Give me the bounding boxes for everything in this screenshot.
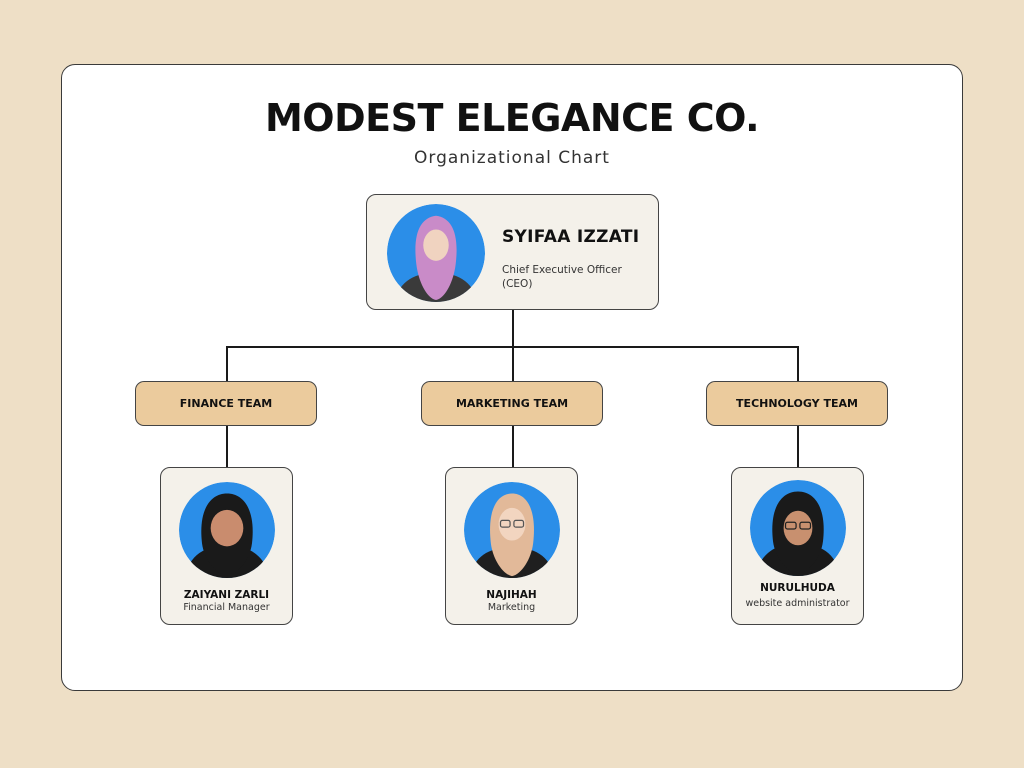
member-role: website administrator — [745, 598, 850, 609]
team-technology[interactable]: TECHNOLOGY TEAM — [706, 381, 888, 426]
connector-technology-down — [797, 426, 799, 467]
connector-finance-up — [226, 346, 228, 381]
ceo-name: SYIFAA IZZATI — [502, 227, 640, 247]
member-avatar — [464, 482, 560, 578]
ceo-role: Chief Executive Officer (CEO) — [502, 264, 622, 290]
connector-finance-down — [226, 426, 228, 467]
member-avatar — [750, 480, 846, 576]
company-title: MODEST ELEGANCE CO. — [264, 96, 760, 140]
connector-ceo-down — [512, 310, 514, 347]
chart-subtitle: Organizational Chart — [414, 148, 610, 168]
connector-technology-up — [797, 346, 799, 381]
ceo-avatar — [387, 204, 485, 302]
connector-marketing-down — [512, 426, 514, 467]
member-card-marketing[interactable]: NAJIHAH Marketing — [445, 467, 578, 625]
member-avatar — [179, 482, 275, 578]
ceo-box[interactable]: SYIFAA IZZATI Chief Executive Officer (C… — [366, 194, 659, 310]
member-card-finance[interactable]: ZAIYANI ZARLI Financial Manager — [160, 467, 293, 625]
member-name: NAJIHAH — [486, 589, 537, 601]
team-finance[interactable]: FINANCE TEAM — [135, 381, 317, 426]
team-marketing[interactable]: MARKETING TEAM — [421, 381, 603, 426]
member-name: NURULHUDA — [760, 582, 835, 594]
member-role: Marketing — [487, 602, 536, 613]
member-card-technology[interactable]: NURULHUDA website administrator — [731, 467, 864, 625]
member-role: Financial Manager — [183, 602, 270, 613]
member-name: ZAIYANI ZARLI — [183, 589, 270, 601]
connector-marketing-up — [512, 346, 514, 381]
